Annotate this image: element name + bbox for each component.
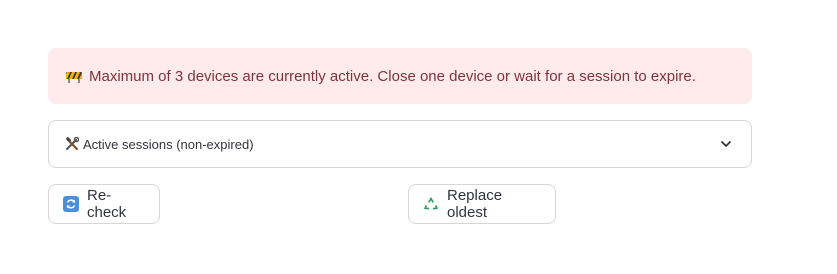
replace-oldest-button-label: Replace oldest — [447, 187, 503, 221]
counterclockwise-arrows-icon — [63, 196, 79, 212]
chevron-down-icon[interactable] — [719, 137, 733, 151]
hammer-and-wrench-icon — [65, 136, 80, 151]
replace-oldest-button[interactable]: Replace oldest — [408, 184, 556, 224]
recheck-button[interactable]: Re-check — [48, 184, 160, 224]
construction-barrier-icon — [66, 70, 82, 83]
active-sessions-expander[interactable]: Active sessions (non-expired) — [48, 120, 752, 168]
recheck-button-label: Re-check — [87, 187, 127, 221]
recycle-icon — [423, 196, 439, 212]
alert-message: Maximum of 3 devices are currently activ… — [89, 67, 696, 85]
expander-label: Active sessions (non-expired) — [83, 136, 254, 152]
page: Maximum of 3 devices are currently activ… — [0, 0, 837, 274]
warning-alert: Maximum of 3 devices are currently activ… — [48, 48, 752, 104]
